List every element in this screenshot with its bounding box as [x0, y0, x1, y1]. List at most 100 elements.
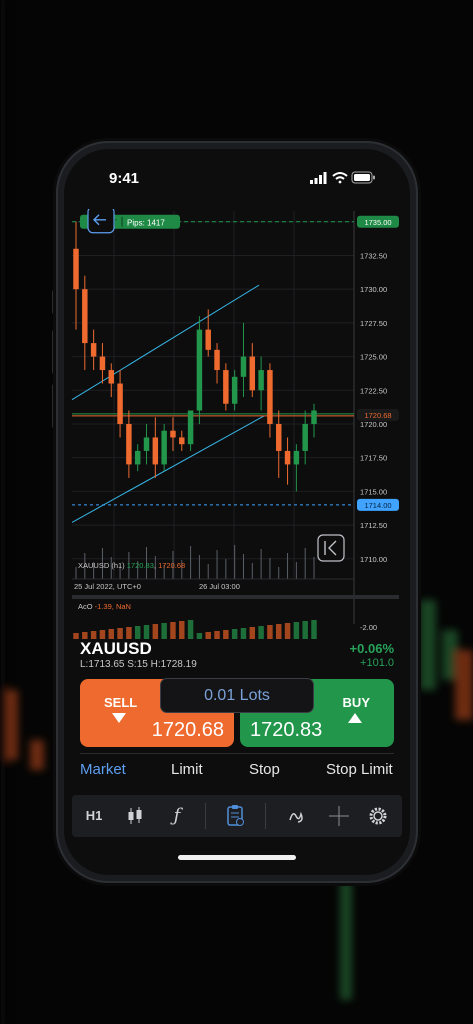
sell-price: 1720.68 [151, 719, 224, 741]
candle-body [90, 343, 97, 357]
osc-label: AcO -1.39, NaN [78, 602, 131, 611]
volume-bar [287, 553, 289, 579]
panel-separator [72, 595, 399, 599]
pips-badge-text: Pips: 1417 [127, 218, 165, 227]
arrow-up-icon [348, 713, 362, 723]
channel-upper-line [71, 284, 260, 401]
osc-bar [267, 625, 273, 639]
sell-label: SELL [104, 695, 138, 710]
candle-body [302, 423, 308, 451]
osc-bar [311, 620, 317, 639]
change-percent: +0.06% [349, 641, 394, 656]
osc-bar [90, 631, 97, 639]
timeframe-button[interactable]: H1 [81, 803, 107, 829]
back-button [87, 209, 115, 234]
tab-limit[interactable]: Limit [171, 761, 203, 778]
buy-price: 1720.83 [250, 719, 323, 741]
candle-body [196, 329, 203, 411]
volume-bar [242, 554, 244, 579]
candle-body [293, 450, 300, 465]
volume-bar [216, 550, 218, 579]
candle-body [276, 423, 282, 451]
candle-body [231, 376, 238, 404]
volume-bar [295, 562, 297, 579]
indicator-icon[interactable]: ƒ [164, 803, 190, 829]
volume-bar [198, 555, 200, 579]
osc-bar [99, 630, 106, 639]
buy-label: BUY [342, 695, 370, 710]
volume-bar [313, 557, 315, 579]
y-tick-label: 1727.50 [360, 319, 387, 328]
toolbar-divider [205, 803, 206, 829]
draw-icon[interactable] [284, 803, 310, 829]
candle-body [179, 437, 185, 445]
candle-body [117, 383, 123, 424]
price-chart[interactable]: 1735.00 1732.50 1730.00 1727.50 1725.00 1722.… [64, 209, 410, 639]
osc-bar [214, 631, 220, 639]
channel-lower-line [71, 415, 265, 523]
osc-bar [187, 620, 194, 639]
signal-icon [310, 172, 327, 184]
osc-bar [170, 622, 176, 639]
toolbar-divider-2 [265, 803, 266, 829]
tab-market[interactable]: Market [80, 761, 126, 778]
volume-bar [225, 559, 227, 579]
orders-icon[interactable] [222, 803, 248, 829]
osc-bar [82, 632, 88, 639]
osc-bar [249, 627, 256, 639]
status-time: 9:41 [109, 170, 140, 187]
tab-stop[interactable]: Stop [249, 761, 280, 778]
osc-bar [284, 623, 291, 639]
chart-symbol-label: XAUUSD (h1) 1720.83, 1720.68 [78, 561, 185, 570]
volume-bar [190, 546, 192, 579]
ticker-stats: L:1713.65 S:15 H:1728.19 [80, 659, 197, 670]
osc-bar [205, 632, 211, 639]
osc-bar [276, 624, 282, 639]
volume-bar [278, 567, 280, 579]
candle-body [223, 370, 229, 404]
candle-body [258, 370, 264, 391]
volume-bar [260, 549, 262, 579]
candle-body [73, 248, 79, 290]
battery-icon [351, 171, 375, 184]
osc-bar [161, 623, 167, 639]
candle-body [205, 329, 211, 350]
y-tick-label: 1712.50 [360, 521, 387, 530]
candle-body [143, 437, 150, 451]
y-tick-label: 1717.50 [360, 454, 387, 463]
price-tag-current: 1720.68 [364, 411, 391, 420]
change-points: +101.0 [360, 657, 394, 669]
order-type-tabs: Market Limit Stop Stop Limit [64, 761, 410, 787]
tab-stop-limit[interactable]: Stop Limit [326, 761, 393, 778]
volume-bar [269, 558, 271, 579]
y-tick-label: 1730.00 [360, 285, 387, 294]
osc-bar [231, 629, 238, 639]
ticker-info: XAUUSD L:1713.65 S:15 H:1728.19 +0.06% +… [80, 639, 394, 679]
y-tick-label: 1732.50 [360, 251, 387, 260]
osc-bar [126, 627, 132, 639]
osc-tick-label: -2.00 [360, 623, 377, 632]
wifi-icon [332, 172, 348, 184]
candle-body [284, 450, 291, 465]
phone-screen: 9:41 1735.00 1732.50 1730.00 1727.50 1725.00… [64, 149, 410, 875]
volume-bar [75, 567, 77, 579]
candle-body [99, 356, 106, 371]
osc-bar [179, 621, 185, 639]
price-tag-top: 1735.00 [364, 218, 391, 227]
settings-gear-icon[interactable] [365, 803, 391, 829]
candles-icon[interactable] [122, 803, 148, 829]
osc-bar [223, 630, 229, 639]
candle-body [134, 450, 141, 465]
scroll-end-button [317, 534, 345, 562]
lots-input[interactable]: 0.01 Lots [160, 678, 314, 713]
chart-toolbar: H1 ƒ [72, 795, 402, 837]
candle-body [214, 349, 220, 371]
osc-bar [108, 629, 114, 639]
y-tick-label: 1715.00 [360, 487, 387, 496]
volume-bar [251, 563, 253, 579]
candle-body [152, 437, 159, 465]
y-tick-label: 1710.00 [360, 555, 387, 564]
crosshair-icon[interactable] [326, 803, 352, 829]
candle-body [311, 410, 317, 424]
osc-bar [73, 633, 79, 639]
